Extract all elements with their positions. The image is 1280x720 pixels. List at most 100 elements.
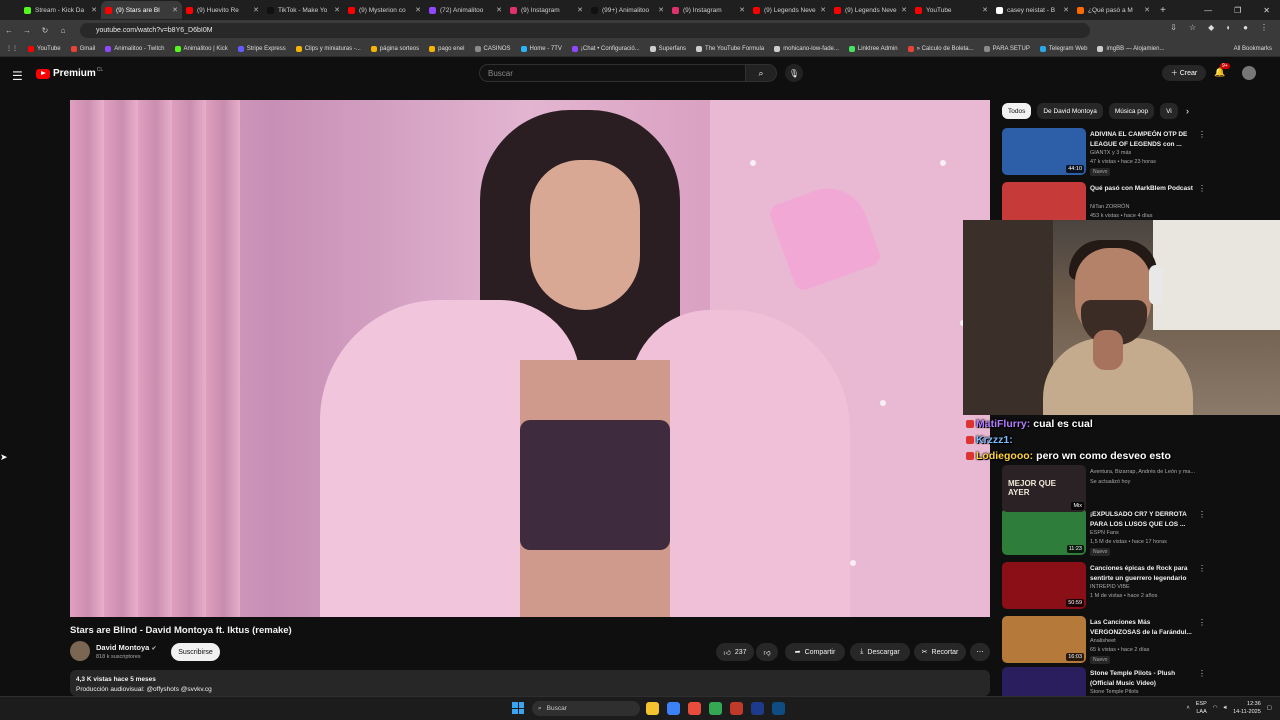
search-button[interactable]: ⌕: [745, 64, 777, 82]
bookmark-item[interactable]: Linktree Admin: [848, 45, 898, 52]
more-options-icon[interactable]: ⋮: [1198, 669, 1206, 678]
bookmark-item[interactable]: mohicano-low-fade...: [774, 45, 839, 52]
close-window-icon[interactable]: ✕: [1263, 6, 1270, 15]
video-player[interactable]: [70, 100, 990, 617]
browser-tab[interactable]: (72) Animalitoo ✕: [425, 1, 506, 19]
chevron-up-icon[interactable]: ˄: [1187, 705, 1190, 711]
search-input[interactable]: Buscar: [479, 64, 745, 82]
more-options-icon[interactable]: ⋮: [1198, 130, 1206, 139]
subscribe-button[interactable]: Suscribirse: [171, 643, 220, 661]
all-bookmarks[interactable]: All Bookmarks: [1234, 46, 1272, 52]
taskbar-app-icon[interactable]: [688, 702, 701, 715]
filter-chip[interactable]: Todos: [1002, 103, 1032, 119]
maximize-icon[interactable]: ❐: [1234, 6, 1241, 15]
more-options-icon[interactable]: ⋮: [1198, 184, 1206, 193]
tab-close-icon[interactable]: ✕: [658, 6, 664, 14]
bookmark-item[interactable]: Telegram Web: [1039, 45, 1087, 52]
tab-close-icon[interactable]: ✕: [901, 6, 907, 14]
browser-tab[interactable]: (99+) Animalitoo ✕: [587, 1, 668, 19]
browser-tab[interactable]: (9) Mysterion co ✕: [344, 1, 425, 19]
browser-tab[interactable]: TikTok - Make Yo ✕: [263, 1, 344, 19]
profile-icon[interactable]: ●: [1243, 23, 1248, 32]
notifications-button[interactable]: 🔔 9+: [1214, 63, 1230, 78]
tab-close-icon[interactable]: ✕: [820, 6, 826, 14]
tab-close-icon[interactable]: ✕: [496, 6, 502, 14]
bookmark-item[interactable]: ¡Chat • Configuració...: [571, 45, 640, 52]
new-tab-icon[interactable]: +: [1160, 5, 1166, 16]
recommendation-item[interactable]: 16:03 Las Canciones Más VERGONZOSAS de la…: [1002, 616, 1262, 666]
bookmark-item[interactable]: Animalitoo - Twitch: [105, 45, 165, 52]
download-button[interactable]: ⤓ Descargar: [850, 643, 910, 661]
bookmark-item[interactable]: Gmail: [70, 45, 95, 52]
bookmark-item[interactable]: Stripe Express: [237, 45, 286, 52]
tab-close-icon[interactable]: ✕: [172, 6, 178, 14]
clip-button[interactable]: ✂ Recortar: [914, 643, 966, 661]
tab-close-icon[interactable]: ✕: [739, 6, 745, 14]
bookmark-item[interactable]: CASINOS: [474, 45, 511, 52]
bookmark-star-icon[interactable]: ☆: [1189, 23, 1196, 32]
recommendation-item[interactable]: 44:10 ADIVINA EL CAMPEÓN OTP DE LEAGUE OF…: [1002, 128, 1262, 178]
browser-tab[interactable]: (9) Legends Neve ✕: [830, 1, 911, 19]
tab-close-icon[interactable]: ✕: [415, 6, 421, 14]
tab-close-icon[interactable]: ✕: [1063, 6, 1069, 14]
taskbar-app-icon[interactable]: [772, 702, 785, 715]
browser-tab[interactable]: (9) Legends Neve ✕: [749, 1, 830, 19]
youtube-premium-logo[interactable]: Premium CL: [36, 67, 103, 79]
taskbar-app-icon[interactable]: [709, 702, 722, 715]
reload-icon[interactable]: ↻: [36, 26, 54, 35]
install-icon[interactable]: ⇩: [1170, 23, 1177, 32]
url-bar[interactable]: youtube.com/watch?v=b8Y6_D6bI0M: [80, 23, 1090, 38]
extension-icon[interactable]: ◐: [1226, 23, 1231, 32]
account-avatar[interactable]: [1242, 66, 1256, 80]
tab-close-icon[interactable]: ✕: [577, 6, 583, 14]
bookmark-item[interactable]: imgBB — Alojamien...: [1097, 45, 1164, 52]
more-actions-button[interactable]: ⋯: [970, 643, 990, 661]
tab-close-icon[interactable]: ✕: [253, 6, 259, 14]
create-button[interactable]: ＋ Crear: [1162, 65, 1206, 81]
recommendation-mix[interactable]: MEJOR QUE AYER Mix Aventura, Bizarrap, A…: [1002, 465, 1262, 515]
more-options-icon[interactable]: ⋮: [1198, 564, 1206, 573]
browser-tab[interactable]: ¿Qué pasó a M ✕: [1073, 1, 1154, 19]
bookmark-item[interactable]: Superfans: [649, 45, 686, 52]
filter-chip[interactable]: De David Montoya: [1037, 103, 1103, 119]
taskbar-app-icon[interactable]: [646, 702, 659, 715]
bookmark-item[interactable]: página sorteos: [370, 45, 419, 52]
browser-tab[interactable]: Stream - Kick Da ✕: [20, 1, 101, 19]
tab-close-icon[interactable]: ✕: [334, 6, 340, 14]
bookmark-item[interactable]: PARA SETUP: [983, 45, 1030, 52]
channel-avatar[interactable]: [70, 641, 90, 661]
taskbar-app-icon[interactable]: [751, 702, 764, 715]
dislike-button[interactable]: 👎︎: [756, 643, 778, 661]
minimize-icon[interactable]: —: [1204, 6, 1212, 15]
bookmark-item[interactable]: pago enel: [429, 45, 465, 52]
bookmark-item[interactable]: Clips y miniaturas -...: [295, 45, 361, 52]
clock[interactable]: 12:36 14-11-2025: [1233, 700, 1261, 716]
hamburger-menu-icon[interactable]: ☰: [12, 69, 23, 83]
recommendation-item[interactable]: 50:59 Canciones épicas de Rock para senti…: [1002, 562, 1262, 612]
browser-tab[interactable]: (9) Instagram ✕: [668, 1, 749, 19]
bookmark-item[interactable]: The YouTube Formula: [696, 45, 764, 52]
bookmark-item[interactable]: Animalitoo | Kick: [174, 45, 228, 52]
browser-tab[interactable]: (9) Stars are Bl ✕: [101, 1, 182, 19]
tab-close-icon[interactable]: ✕: [982, 6, 988, 14]
extension-icon[interactable]: ◆: [1208, 23, 1214, 32]
notification-center-icon[interactable]: ▢: [1267, 705, 1272, 711]
share-button[interactable]: ➦ Compartir: [785, 643, 845, 661]
like-button[interactable]: 👍︎ 237: [716, 643, 754, 661]
wifi-icon[interactable]: ◠: [1213, 705, 1218, 711]
browser-tab[interactable]: (9) Huevito Re ✕: [182, 1, 263, 19]
forward-icon[interactable]: →: [18, 26, 36, 35]
apps-icon[interactable]: ⋮⋮: [6, 45, 18, 52]
taskbar-app-icon[interactable]: [730, 702, 743, 715]
bookmark-item[interactable]: » Calculo de Boleta...: [907, 45, 974, 52]
language-indicator[interactable]: ESP LAA: [1196, 700, 1207, 716]
video-description[interactable]: 4,3 K vistas hace 5 meses Producción aud…: [70, 670, 990, 696]
filter-chip[interactable]: Vi: [1160, 103, 1178, 119]
recommendation-item[interactable]: 11:23 ¡EXPULSADO CR7 Y DERROTA PARA LOS L…: [1002, 508, 1262, 558]
taskbar-search[interactable]: ⌕ Buscar: [532, 701, 640, 716]
browser-tab[interactable]: (9) Instagram ✕: [506, 1, 587, 19]
taskbar-app-icon[interactable]: [667, 702, 680, 715]
bookmark-item[interactable]: YouTube: [28, 45, 61, 52]
windows-start-icon[interactable]: [512, 702, 524, 714]
back-icon[interactable]: ←: [0, 26, 18, 35]
